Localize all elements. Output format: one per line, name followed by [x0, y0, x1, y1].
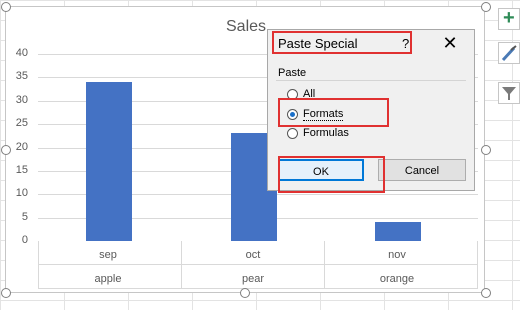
- y-tick-label: 30: [15, 94, 28, 106]
- resize-handle-bottom-right[interactable]: [481, 288, 491, 298]
- chart-title: Sales: [226, 18, 267, 35]
- resize-handle-top-left[interactable]: [1, 2, 11, 12]
- y-tick-label: 10: [15, 187, 28, 199]
- resize-handle-left[interactable]: [1, 145, 11, 155]
- x-tick-label-product: orange: [379, 273, 415, 285]
- radio-label-formulas[interactable]: Formulas: [303, 127, 349, 139]
- chart-filters-button[interactable]: [498, 82, 520, 104]
- brush-icon: [501, 45, 517, 62]
- chart-styles-button[interactable]: [498, 42, 520, 64]
- annotation-highlight-formats: [278, 98, 389, 127]
- bar-sep-apple[interactable]: [86, 82, 132, 241]
- y-tick-label: 25: [15, 117, 28, 129]
- chart-elements-button[interactable]: +: [498, 7, 520, 30]
- cancel-button[interactable]: Cancel: [378, 159, 466, 181]
- x-tick-label-month: oct: [245, 249, 261, 261]
- y-tick-label: 35: [15, 70, 28, 82]
- filter-icon: [502, 87, 516, 100]
- y-tick-label: 20: [15, 141, 28, 153]
- y-tick-label: 0: [21, 234, 28, 246]
- paste-group-label: Paste: [278, 67, 307, 79]
- resize-handle-bottom-left[interactable]: [1, 288, 11, 298]
- y-tick-label: 5: [21, 211, 28, 223]
- resize-handle-bottom[interactable]: [240, 288, 250, 298]
- bar-nov-orange[interactable]: [375, 222, 421, 241]
- resize-handle-right[interactable]: [481, 145, 491, 155]
- radio-formulas[interactable]: [287, 128, 298, 139]
- close-icon[interactable]: ✕: [438, 32, 462, 54]
- annotation-highlight-title: [272, 31, 412, 54]
- x-tick-label-product: pear: [241, 273, 265, 285]
- annotation-highlight-ok: [278, 156, 385, 193]
- x-tick-label-month: nov: [388, 249, 406, 261]
- x-tick-label-product: apple: [94, 273, 122, 285]
- x-tick-label-month: sep: [99, 249, 117, 261]
- resize-handle-top-right[interactable]: [481, 2, 491, 12]
- y-tick-label: 40: [15, 47, 28, 59]
- plus-icon: +: [503, 7, 515, 29]
- group-divider: [276, 80, 466, 81]
- y-tick-label: 15: [15, 164, 28, 176]
